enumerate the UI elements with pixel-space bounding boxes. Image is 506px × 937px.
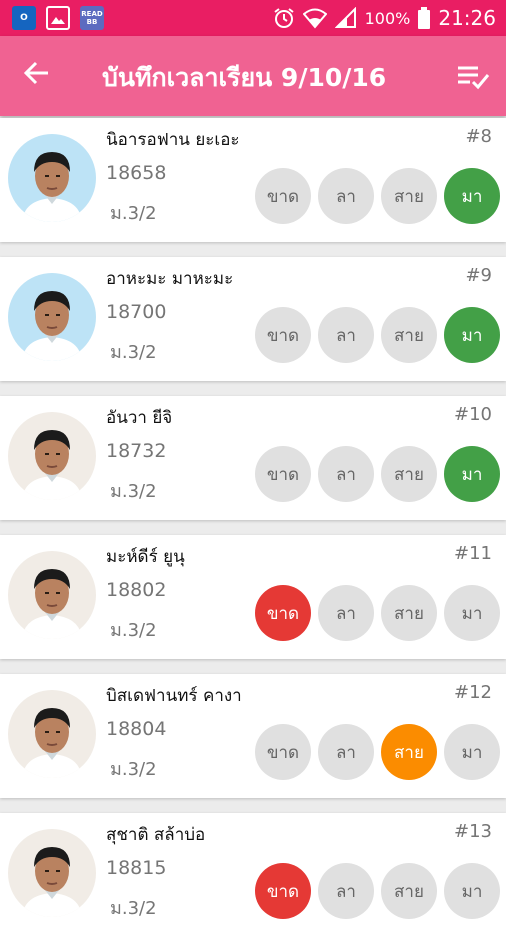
wifi-icon: [302, 8, 327, 29]
student-name: อันวา ยีจิ: [106, 408, 173, 428]
present-button[interactable]: มา: [444, 446, 500, 502]
absent-button[interactable]: ขาด: [255, 863, 311, 919]
student-class: ม.3/2: [110, 203, 157, 224]
system-status: 100% 21:26: [273, 6, 496, 30]
student-id: 18658: [106, 162, 167, 184]
playlist-check-icon: [458, 66, 490, 90]
late-button[interactable]: สาย: [381, 168, 437, 224]
student-avatar: [8, 134, 96, 222]
present-button[interactable]: มา: [444, 585, 500, 641]
student-number: #13: [454, 821, 492, 842]
clock: 21:26: [438, 6, 496, 30]
attendance-buttons: ขาด ลา สาย มา: [255, 168, 500, 224]
student-number: #11: [454, 543, 492, 564]
attendance-buttons: ขาด ลา สาย มา: [255, 307, 500, 363]
app-bar: บันทึกเวลาเรียน 9/10/16: [0, 36, 506, 116]
student-id: 18732: [106, 440, 167, 462]
attendance-buttons: ขาด ลา สาย มา: [255, 863, 500, 919]
page-title: บันทึกเวลาเรียน 9/10/16: [102, 63, 387, 92]
absent-button[interactable]: ขาด: [255, 724, 311, 780]
present-button[interactable]: มา: [444, 863, 500, 919]
student-class: ม.3/2: [110, 898, 157, 919]
student-id: 18700: [106, 301, 167, 323]
outlook-icon: O: [12, 6, 36, 30]
student-class: ม.3/2: [110, 481, 157, 502]
present-button[interactable]: มา: [444, 307, 500, 363]
student-card: สุชาติ สล้าบ่อ 18815 ม.3/2 #13 ขาด ลา สาย มา: [0, 813, 506, 937]
status-bar: O READ BB 100% 21:26: [0, 0, 506, 36]
student-avatar: [8, 690, 96, 778]
attendance-buttons: ขาด ลา สาย มา: [255, 446, 500, 502]
attendance-buttons: ขาด ลา สาย มา: [255, 585, 500, 641]
absent-button[interactable]: ขาด: [255, 307, 311, 363]
leave-button[interactable]: ลา: [318, 585, 374, 641]
student-card: อันวา ยีจิ 18732 ม.3/2 #10 ขาด ลา สาย มา: [0, 396, 506, 520]
signal-icon: [334, 7, 356, 28]
student-number: #10: [454, 404, 492, 425]
student-class: ม.3/2: [110, 620, 157, 641]
student-card: บิสเดฟานทร์ คางา 18804 ม.3/2 #12 ขาด ลา สาย มา: [0, 674, 506, 798]
student-avatar: [8, 273, 96, 361]
student-name: นิอารอฟาน ยะเอะ: [106, 130, 240, 150]
alarm-icon: [274, 8, 294, 28]
readbb-icon: READ BB: [80, 6, 104, 30]
student-number: #9: [465, 265, 492, 286]
student-name: บิสเดฟานทร์ คางา: [106, 686, 242, 706]
student-avatar: [8, 551, 96, 639]
student-name: อาหะมะ มาหะมะ: [106, 269, 234, 289]
late-button[interactable]: สาย: [381, 724, 437, 780]
absent-button[interactable]: ขาด: [255, 446, 311, 502]
leave-button[interactable]: ลา: [318, 863, 374, 919]
check-all-button[interactable]: [456, 60, 490, 92]
battery-icon: [418, 7, 431, 29]
present-button[interactable]: มา: [444, 724, 500, 780]
leave-button[interactable]: ลา: [318, 168, 374, 224]
student-name: มะห์ดีร์ ยูนุ: [106, 547, 185, 567]
student-id: 18804: [106, 718, 167, 740]
late-button[interactable]: สาย: [381, 585, 437, 641]
late-button[interactable]: สาย: [381, 307, 437, 363]
gallery-icon: [46, 6, 70, 30]
notification-icons: O READ BB: [12, 6, 104, 30]
student-id: 18815: [106, 857, 167, 879]
absent-button[interactable]: ขาด: [255, 168, 311, 224]
leave-button[interactable]: ลา: [318, 446, 374, 502]
back-button[interactable]: [22, 58, 58, 94]
student-card: นิอารอฟาน ยะเอะ 18658 ม.3/2 #8 ขาด ลา สาย มา: [0, 118, 506, 242]
student-name: สุชาติ สล้าบ่อ: [106, 825, 206, 845]
arrow-left-icon: [23, 61, 48, 85]
absent-button[interactable]: ขาด: [255, 585, 311, 641]
student-avatar: [8, 829, 96, 917]
student-card: อาหะมะ มาหะมะ 18700 ม.3/2 #9 ขาด ลา สาย มา: [0, 257, 506, 381]
battery-percent: 100%: [364, 8, 411, 28]
student-number: #8: [465, 126, 492, 147]
leave-button[interactable]: ลา: [318, 724, 374, 780]
late-button[interactable]: สาย: [381, 863, 437, 919]
student-number: #12: [454, 682, 492, 703]
student-class: ม.3/2: [110, 342, 157, 363]
student-avatar: [8, 412, 96, 500]
student-class: ม.3/2: [110, 759, 157, 780]
student-id: 18802: [106, 579, 167, 601]
student-card: มะห์ดีร์ ยูนุ 18802 ม.3/2 #11 ขาด ลา สาย มา: [0, 535, 506, 659]
leave-button[interactable]: ลา: [318, 307, 374, 363]
attendance-buttons: ขาด ลา สาย มา: [255, 724, 500, 780]
late-button[interactable]: สาย: [381, 446, 437, 502]
present-button[interactable]: มา: [444, 168, 500, 224]
